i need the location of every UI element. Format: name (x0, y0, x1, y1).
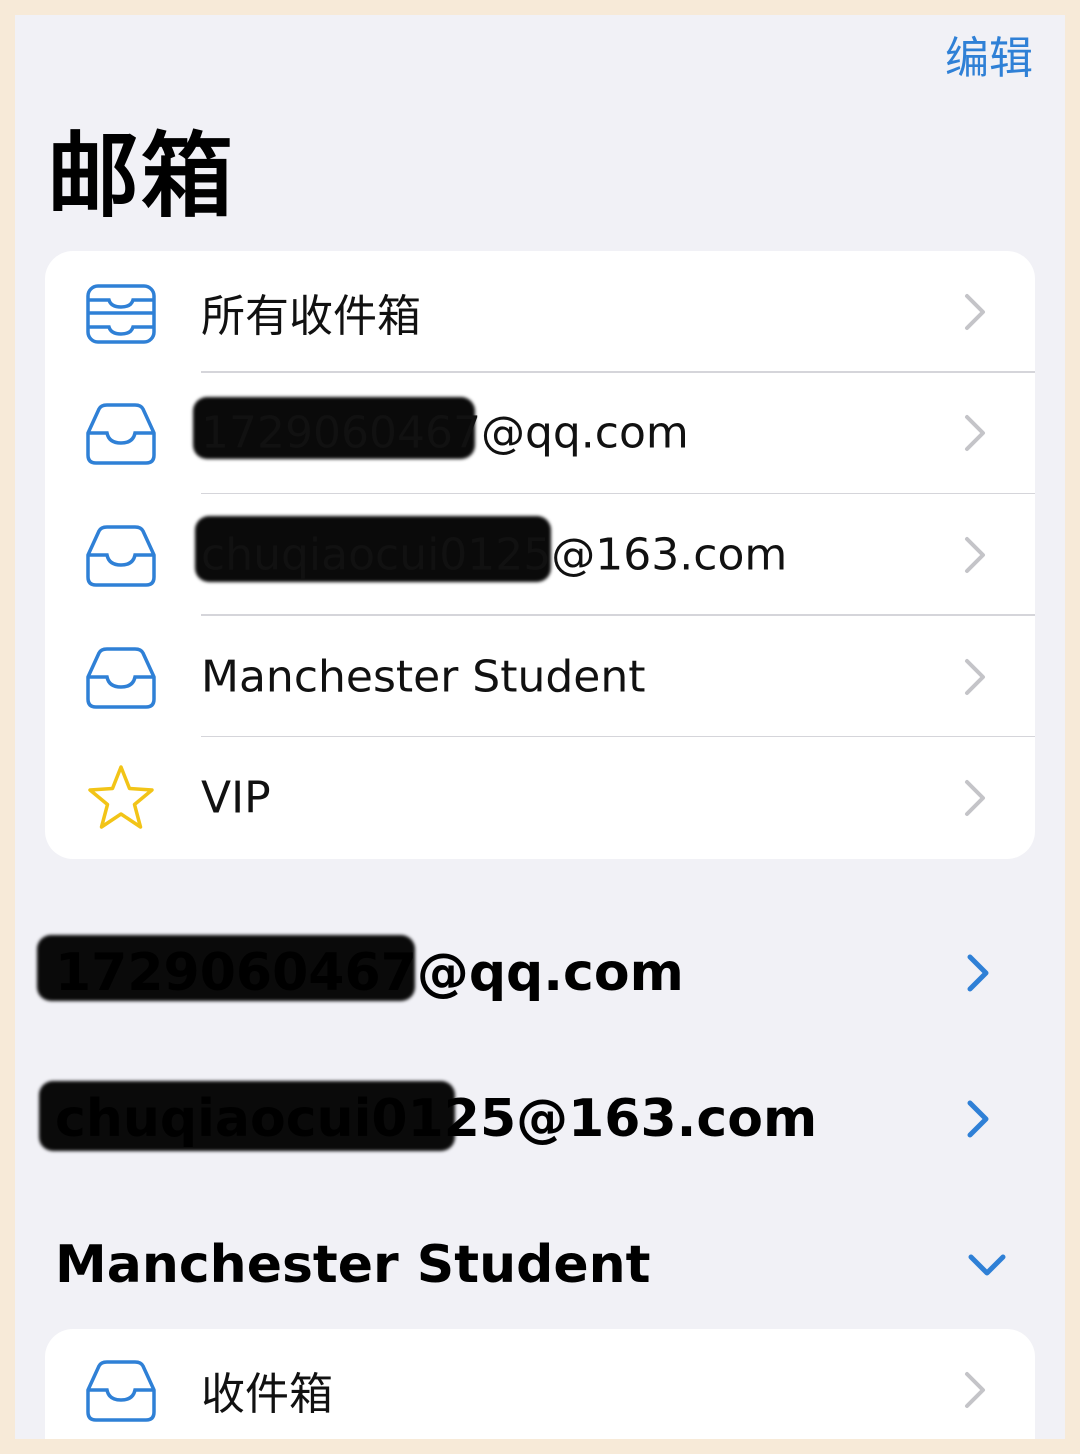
edit-button[interactable]: 编辑 (945, 27, 1033, 91)
chevron-right-icon (965, 536, 985, 573)
chevron-right-icon (965, 1371, 985, 1408)
account-title: Manchester Student (55, 1235, 651, 1295)
mailbox-row-qq[interactable]: 1729060467@qq.com (45, 373, 1035, 495)
mailbox-label: 所有收件箱 (201, 290, 421, 342)
page-title: 邮箱 (47, 123, 236, 230)
account-section-manchester[interactable]: Manchester Student (15, 1215, 1065, 1315)
chevron-down-icon (968, 1254, 1006, 1276)
all-inboxes-icon (85, 276, 157, 348)
account-section-qq[interactable]: 1729060467@qq.com (15, 923, 1065, 1023)
mailbox-row-163[interactable]: chuqiaocui0125@163.com (45, 494, 1035, 616)
chevron-right-icon (965, 780, 985, 817)
mailbox-label: chuqiaocui0125@163.com (201, 529, 788, 581)
mailboxes-card: 所有收件箱 1729060467@qq.com chuqiaocui0125@1… (45, 251, 1035, 859)
inbox-icon (85, 519, 157, 591)
mailbox-row-all-inboxes[interactable]: 所有收件箱 (45, 251, 1035, 373)
mailbox-label: 收件箱 (201, 1368, 333, 1420)
mail-screen: 编辑 邮箱 所有收件箱 1729060467@qq.com chuqiaocui… (15, 15, 1065, 1439)
account-title: chuqiaocui0125@163.com (55, 1089, 818, 1149)
chevron-right-icon (967, 954, 989, 992)
mailbox-label: 1729060467@qq.com (201, 407, 689, 459)
inbox-icon (85, 397, 157, 469)
mailbox-label: Manchester Student (201, 651, 646, 703)
account-section-163[interactable]: chuqiaocui0125@163.com (15, 1069, 1065, 1169)
mailbox-row-inbox[interactable]: 收件箱 (45, 1329, 1035, 1439)
mailbox-row-manchester[interactable]: Manchester Student (45, 616, 1035, 738)
chevron-right-icon (965, 415, 985, 452)
mailbox-row-vip[interactable]: VIP (45, 737, 1035, 859)
mailbox-label: VIP (201, 772, 271, 824)
chevron-right-icon (965, 658, 985, 695)
inbox-icon (85, 1354, 157, 1426)
account-title: 1729060467@qq.com (55, 943, 684, 1003)
star-icon (85, 762, 157, 834)
manchester-mailboxes-card: 收件箱 (45, 1329, 1035, 1439)
inbox-icon (85, 641, 157, 713)
chevron-right-icon (967, 1100, 989, 1138)
chevron-right-icon (965, 293, 985, 330)
